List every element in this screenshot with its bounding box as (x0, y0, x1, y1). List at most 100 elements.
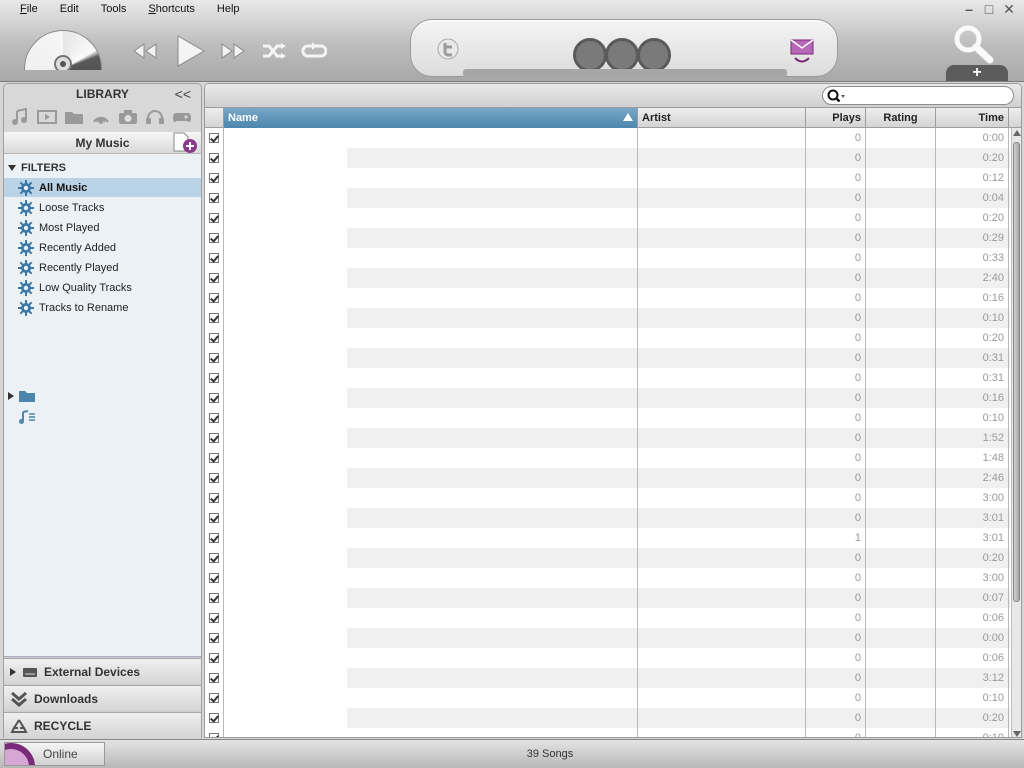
table-row[interactable]: 0 0:10 (205, 728, 1010, 737)
scroll-down-icon[interactable] (1013, 731, 1021, 737)
checked-checkbox-icon[interactable] (209, 153, 219, 163)
recycle-section[interactable]: RECYCLE (4, 712, 201, 738)
track-checkbox-cell[interactable] (205, 368, 224, 388)
table-row[interactable]: 0 0:16 (205, 388, 1010, 408)
table-row[interactable]: 0 0:20 (205, 548, 1010, 568)
previous-button[interactable] (130, 34, 160, 68)
gamepad-icon[interactable] (171, 108, 192, 126)
search-input[interactable] (851, 89, 1001, 102)
checked-checkbox-icon[interactable] (209, 633, 219, 643)
vertical-scrollbar[interactable] (1011, 128, 1021, 737)
checked-checkbox-icon[interactable] (209, 273, 219, 283)
podcast-icon[interactable] (90, 108, 111, 126)
track-rating-cell[interactable] (866, 328, 936, 348)
track-checkbox-cell[interactable] (205, 728, 224, 737)
track-rating-cell[interactable] (866, 388, 936, 408)
track-checkbox-cell[interactable] (205, 588, 224, 608)
track-rating-cell[interactable] (866, 668, 936, 688)
track-checkbox-cell[interactable] (205, 128, 224, 148)
track-rating-cell[interactable] (866, 248, 936, 268)
menu-shortcuts[interactable]: Shortcuts (148, 3, 194, 15)
table-row[interactable]: 0 0:07 (205, 588, 1010, 608)
track-checkbox-cell[interactable] (205, 528, 224, 548)
track-checkbox-cell[interactable] (205, 668, 224, 688)
checked-checkbox-icon[interactable] (209, 333, 219, 343)
table-row[interactable]: 0 0:20 (205, 328, 1010, 348)
table-row[interactable]: 0 2:40 (205, 268, 1010, 288)
checked-checkbox-icon[interactable] (209, 413, 219, 423)
table-row[interactable]: 0 0:10 (205, 408, 1010, 428)
repeat-button[interactable] (300, 34, 328, 68)
track-checkbox-cell[interactable] (205, 168, 224, 188)
downloads-section[interactable]: Downloads (4, 685, 201, 711)
next-button[interactable] (218, 34, 248, 68)
table-row[interactable]: 0 0:31 (205, 348, 1010, 368)
table-row[interactable]: 0 0:16 (205, 288, 1010, 308)
filter-item-all-music[interactable]: All Music (4, 178, 201, 197)
track-checkbox-cell[interactable] (205, 328, 224, 348)
track-checkbox-cell[interactable] (205, 568, 224, 588)
checked-checkbox-icon[interactable] (209, 613, 219, 623)
track-rating-cell[interactable] (866, 448, 936, 468)
checked-checkbox-icon[interactable] (209, 293, 219, 303)
track-checkbox-cell[interactable] (205, 228, 224, 248)
track-checkbox-cell[interactable] (205, 508, 224, 528)
shuffle-button[interactable] (260, 34, 288, 68)
new-playlist-button[interactable] (171, 132, 199, 154)
table-row[interactable]: 0 3:00 (205, 568, 1010, 588)
column-header-check[interactable] (205, 108, 224, 128)
table-row[interactable]: 0 1:52 (205, 428, 1010, 448)
folder-icon[interactable] (63, 108, 84, 126)
table-row[interactable]: 0 0:00 (205, 128, 1010, 148)
track-checkbox-cell[interactable] (205, 628, 224, 648)
table-row[interactable]: 1 3:01 (205, 528, 1010, 548)
menu-file[interactable]: File (20, 3, 38, 15)
table-row[interactable]: 0 0:12 (205, 168, 1010, 188)
checked-checkbox-icon[interactable] (209, 733, 219, 737)
menu-tools[interactable]: Tools (101, 3, 127, 15)
track-checkbox-cell[interactable] (205, 468, 224, 488)
checked-checkbox-icon[interactable] (209, 353, 219, 363)
minimize-icon[interactable]: – (962, 2, 976, 16)
table-row[interactable]: 0 0:33 (205, 248, 1010, 268)
track-rating-cell[interactable] (866, 608, 936, 628)
twitter-icon[interactable] (437, 38, 459, 60)
checked-checkbox-icon[interactable] (209, 473, 219, 483)
checked-checkbox-icon[interactable] (209, 433, 219, 443)
collapse-sidebar-button[interactable]: << (175, 86, 191, 102)
track-checkbox-cell[interactable] (205, 288, 224, 308)
track-rating-cell[interactable] (866, 628, 936, 648)
checked-checkbox-icon[interactable] (209, 133, 219, 143)
scroll-up-icon[interactable] (1013, 130, 1021, 136)
table-row[interactable]: 0 0:10 (205, 308, 1010, 328)
track-checkbox-cell[interactable] (205, 408, 224, 428)
checked-checkbox-icon[interactable] (209, 673, 219, 683)
track-rating-cell[interactable] (866, 128, 936, 148)
folders-node[interactable] (4, 388, 36, 404)
track-checkbox-cell[interactable] (205, 648, 224, 668)
checked-checkbox-icon[interactable] (209, 493, 219, 503)
table-row[interactable]: 0 3:12 (205, 668, 1010, 688)
menu-edit[interactable]: Edit (60, 3, 79, 15)
track-rating-cell[interactable] (866, 548, 936, 568)
checked-checkbox-icon[interactable] (209, 573, 219, 583)
track-rating-cell[interactable] (866, 308, 936, 328)
track-rating-cell[interactable] (866, 488, 936, 508)
search-button[interactable] (952, 24, 996, 64)
volume-dial[interactable] (24, 30, 102, 70)
filter-item-tracks-to-rename[interactable]: Tracks to Rename (4, 298, 201, 317)
track-rating-cell[interactable] (866, 408, 936, 428)
track-checkbox-cell[interactable] (205, 188, 224, 208)
checked-checkbox-icon[interactable] (209, 393, 219, 403)
checked-checkbox-icon[interactable] (209, 653, 219, 663)
checked-checkbox-icon[interactable] (209, 553, 219, 563)
filter-item-low-quality-tracks[interactable]: Low Quality Tracks (4, 278, 201, 297)
track-checkbox-cell[interactable] (205, 208, 224, 228)
column-header-name[interactable]: Name (224, 108, 638, 128)
add-button[interactable]: + (946, 65, 1008, 81)
table-row[interactable]: 0 0:06 (205, 608, 1010, 628)
track-rating-cell[interactable] (866, 368, 936, 388)
track-checkbox-cell[interactable] (205, 268, 224, 288)
checked-checkbox-icon[interactable] (209, 233, 219, 243)
checked-checkbox-icon[interactable] (209, 453, 219, 463)
